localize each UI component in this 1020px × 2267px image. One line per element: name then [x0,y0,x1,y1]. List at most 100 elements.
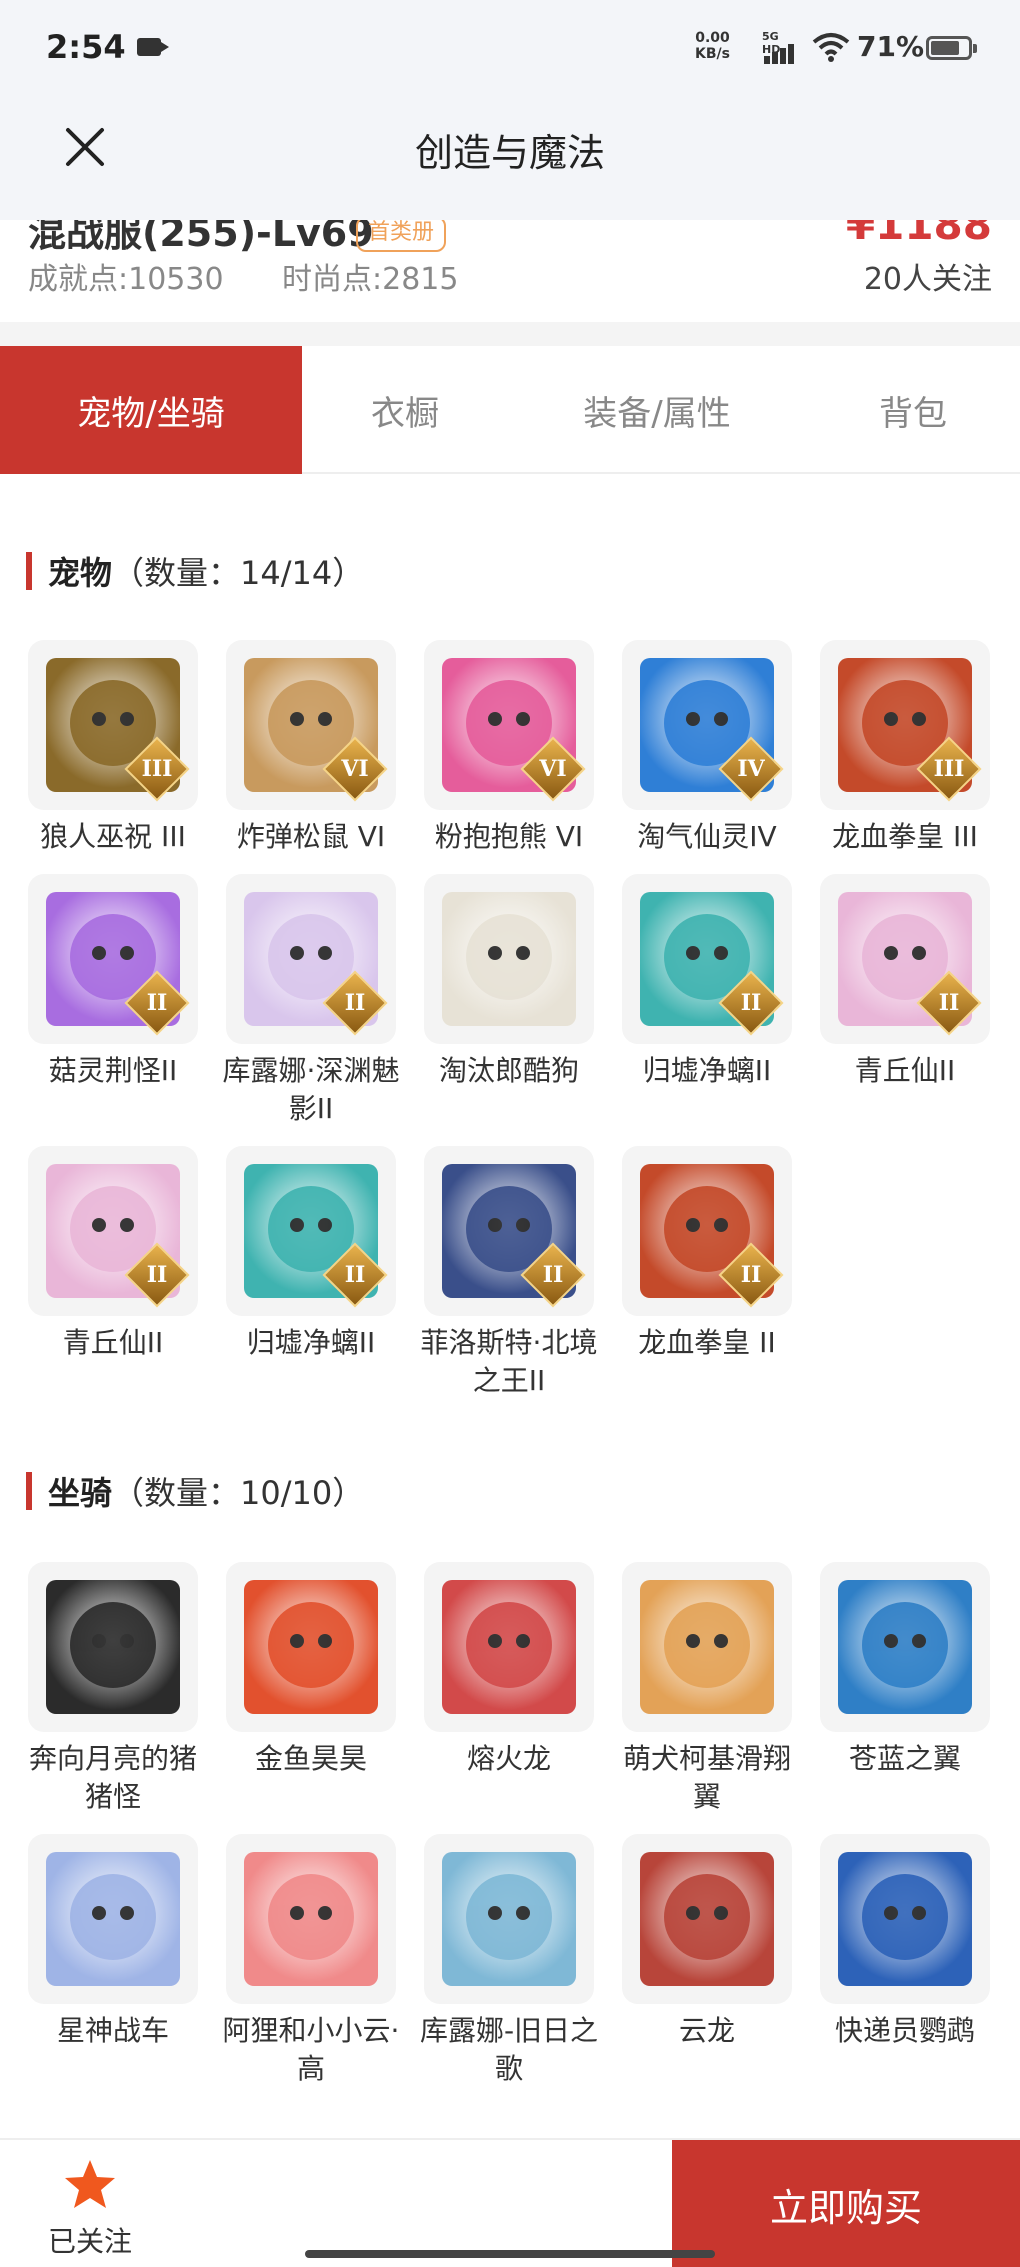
pet-card[interactable]: II 归墟净螭II [622,874,792,1090]
pet-card[interactable]: II 青丘仙II [28,1146,198,1362]
bottom-bar: 已关注 立即购买 [0,2138,1020,2267]
mount-name: 库露娜-旧日之歌 [419,2014,599,2085]
character-portrait [664,1874,750,1960]
pet-card[interactable]: III 狼人巫祝 III [28,640,198,856]
mount-card[interactable]: 金鱼昊昊 [226,1562,396,1778]
follow-label: 已关注 [47,2225,132,2258]
mount-card[interactable]: 星神战车 [28,1834,198,2050]
net-speed-value: 0.00 [695,30,730,46]
net-speed: 0.00 KB/s [695,30,730,62]
pet-thumbnail: II [28,1146,198,1316]
tab-bar: 宠物/坐骑 衣橱 装备/属性 背包 [0,346,1020,474]
mount-card[interactable]: 阿狸和小小云·高 [223,1834,399,2088]
tab-wardrobe[interactable]: 衣橱 [302,346,508,474]
pet-name: 龙血拳皇 III [832,820,978,853]
mount-name: 金鱼昊昊 [254,1742,367,1775]
pet-card[interactable]: IV 淘气仙灵IV [622,640,792,856]
mount-card[interactable]: 库露娜-旧日之歌 [420,1834,598,2088]
mount-card[interactable]: 快递员鹦鹉 [820,1834,990,2050]
status-bar: 2:54 0.00 KB/s 5G HD 71% [0,0,1020,100]
mount-card[interactable]: 苍蓝之翼 [820,1562,990,1778]
character-portrait [268,1602,354,1688]
character-portrait [268,1874,354,1960]
mount-thumbnail [820,1834,990,2004]
tab-backpack[interactable]: 背包 [806,346,1020,474]
tab-equipment-attributes[interactable]: 装备/属性 [508,346,806,474]
pet-card[interactable]: III 龙血拳皇 III [820,640,990,856]
mount-name: 熔火龙 [466,1742,551,1775]
pet-name: 青丘仙II [854,1054,956,1087]
mount-name: 奔向月亮的猪猪怪 [28,1742,197,1813]
mount-thumbnail [226,1834,396,2004]
mounts-section-title: 坐骑 （数量：10/10） [26,1468,364,1514]
pet-name: 青丘仙II [62,1326,164,1359]
pet-card[interactable]: II 龙血拳皇 II [622,1146,792,1362]
pets-section-title: 宠物 （数量：14/14） [26,548,364,594]
net-speed-unit: KB/s [695,46,730,62]
signal-icon: 5G HD [762,30,798,64]
pet-card[interactable]: II 菲洛斯特·北境之王II [421,1146,597,1400]
pet-thumbnail [424,874,594,1044]
follower-count: 20人关注 [863,262,992,297]
pets-title: 宠物 [48,554,113,592]
wifi-icon [812,33,850,62]
video-camera-icon [137,38,169,56]
mount-card[interactable]: 奔向月亮的猪猪怪 [28,1562,198,1816]
pet-name: 库露娜·深渊魅影II [222,1054,400,1125]
pet-name: 归墟净螭II [642,1054,772,1087]
mount-thumbnail [424,1562,594,1732]
mount-card[interactable]: 熔火龙 [424,1562,594,1778]
character-portrait [466,914,552,1000]
section-divider [0,322,1020,346]
top-header: 2:54 0.00 KB/s 5G HD 71% 创造与魔法 [0,0,1020,220]
pets-count: （数量：14/14） [112,554,365,592]
pet-name: 菇灵荆怪II [48,1054,178,1087]
pet-name: 菲洛斯特·北境之王II [420,1326,598,1397]
listing-info: 混战服(255)-Lv69 首类册 ¥1188 成就点:10530 时尚点:28… [0,220,1020,322]
buy-now-button[interactable]: 立即购买 [672,2140,1020,2267]
pet-card[interactable]: II 青丘仙II [820,874,990,1090]
pet-name: 炸弹松鼠 VI [236,820,386,853]
listing-tag: 首类册 [356,220,447,252]
pet-card[interactable]: 淘汰郎酷狗 [424,874,594,1090]
battery-percent: 71% [857,30,925,63]
pet-thumbnail: III [820,640,990,810]
mount-name: 阿狸和小小云·高 [222,2014,400,2085]
pet-thumbnail: III [28,640,198,810]
mount-name: 星神战车 [56,2014,169,2047]
mount-thumbnail [424,1834,594,2004]
status-time: 2:54 [46,28,126,66]
character-portrait [70,1602,156,1688]
section-accent-bar [26,552,32,590]
pet-thumbnail: II [622,1146,792,1316]
pet-card[interactable]: II 归墟净螭II [226,1146,396,1362]
pet-name: 淘气仙灵IV [637,820,777,853]
mount-thumbnail [622,1834,792,2004]
follow-button[interactable]: 已关注 [40,2158,140,2260]
battery-icon [926,36,977,60]
mount-name: 萌犬柯基滑翔翼 [622,1742,791,1813]
pet-card[interactable]: VI 粉抱抱熊 VI [424,640,594,856]
tab-pets-mounts[interactable]: 宠物/坐骑 [0,346,302,474]
mount-card[interactable]: 云龙 [622,1834,792,2050]
pet-name: 淘汰郎酷狗 [438,1054,579,1087]
character-portrait [862,1602,948,1688]
pet-thumbnail: II [622,874,792,1044]
page-title: 创造与魔法 [414,131,605,175]
achievement-points: 成就点:10530 [28,262,224,297]
pet-thumbnail: II [28,874,198,1044]
pet-card[interactable]: VI 炸弹松鼠 VI [226,640,396,856]
mount-name: 云龙 [678,2014,735,2047]
pet-thumbnail: VI [424,640,594,810]
pet-name: 粉抱抱熊 VI [434,820,584,853]
pet-thumbnail: VI [226,640,396,810]
pet-card[interactable]: II 菇灵荆怪II [28,874,198,1090]
mount-name: 快递员鹦鹉 [834,2014,975,2047]
pet-thumbnail: II [226,1146,396,1316]
mount-card[interactable]: 萌犬柯基滑翔翼 [622,1562,792,1816]
pet-card[interactable]: II 库露娜·深渊魅影II [223,874,399,1128]
mount-thumbnail [820,1562,990,1732]
pet-thumbnail: IV [622,640,792,810]
character-portrait [466,1602,552,1688]
pet-name: 狼人巫祝 III [40,820,186,853]
